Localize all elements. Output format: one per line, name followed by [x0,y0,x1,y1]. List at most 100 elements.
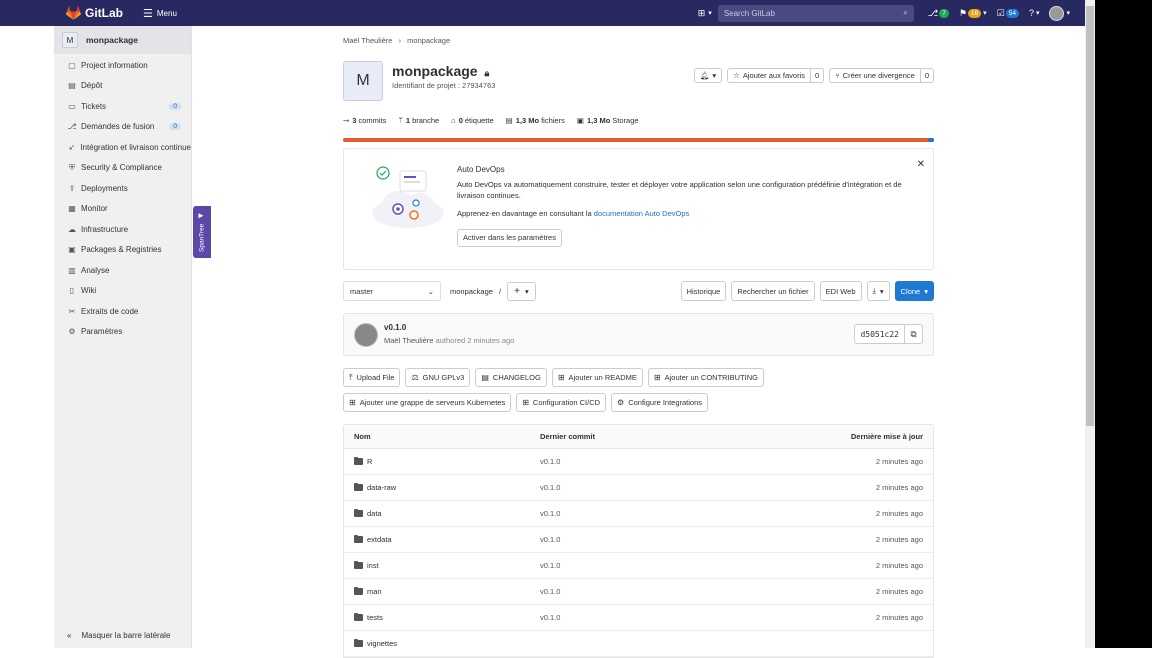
sidebar-item-monitor[interactable]: ▦ Monitor [54,199,191,220]
file-last-commit[interactable]: v0.1.0 [540,613,760,622]
scrollbar-thumb[interactable] [1086,6,1094,426]
auto-devops-title: Auto DevOps [457,165,505,174]
sidebar-item-analyse[interactable]: ▥ Analyse [54,260,191,281]
fork-count[interactable]: 0 [920,68,934,83]
sidebar-item-deployments[interactable]: ⇪ Deployments [54,178,191,199]
table-row[interactable]: Rv0.1.0 2 minutes ago [344,449,933,475]
storage-stat[interactable]: ▣ 1,3 Mo Storage [577,116,639,125]
quick-action-button[interactable]: ⊞ Ajouter un README [551,368,643,387]
commit-author[interactable]: Maël Theulière [384,336,433,345]
chevron-down-icon: ▾ [983,10,987,17]
sidebar-item-label: Packages & Registries [81,245,162,255]
table-row[interactable]: vignettes [344,631,933,657]
gitlab-logo[interactable]: GitLab [66,6,123,20]
commit-sha[interactable]: d5051c22 [854,324,905,344]
sidebar-item-project-information[interactable]: ▢ Project information [54,55,191,76]
file-name[interactable]: extdata [367,535,392,544]
page-title: monpackage 🔒︎ [392,63,490,79]
file-name[interactable]: R [367,457,372,466]
todos-button[interactable]: ☑ 54 [997,8,1019,19]
table-row[interactable]: inst v0.1.0 2 minutes ago [344,553,933,579]
path-root[interactable]: monpackage [450,287,493,296]
sidebar-item-demandes-de-fusion[interactable]: ⎇ Demandes de fusion 0 [54,117,191,138]
table-row[interactable]: tests v0.1.0 2 minutes ago [344,605,933,631]
quick-action-button[interactable]: ⚖ GNU GPLv3 [405,368,471,387]
close-icon[interactable]: ✕ [917,159,925,170]
find-file-button[interactable]: Rechercher un fichier [731,281,815,301]
file-name[interactable]: data [367,509,382,518]
sidebar-item-tickets[interactable]: ▭ Tickets 0 [54,96,191,117]
table-row[interactable]: data v0.1.0 2 minutes ago [344,501,933,527]
file-last-commit[interactable]: v0.1.0 [540,509,760,518]
auto-devops-doc-link[interactable]: documentation Auto DevOps [594,209,689,218]
sidebar-item-param-tres[interactable]: ⚙ Paramètres [54,322,191,343]
upload-icon: ⤒ [349,372,353,382]
table-row[interactable]: man v0.1.0 2 minutes ago [344,579,933,605]
file-last-commit[interactable]: v0.1.0 [540,561,760,570]
commits-stat[interactable]: ⊸ 3 commits [343,116,386,125]
issues-icon: ▭ [68,101,76,111]
breadcrumb-owner[interactable]: Maël Theulière [343,36,392,45]
quick-action-button[interactable]: ⚙ Configure Integrations [611,393,709,412]
merge-requests-button[interactable]: ⎇ 7 [928,8,949,19]
sidebar-item-d-p-t[interactable]: ▤ Dépôt [54,76,191,97]
plus-square-icon: ⊞ [697,7,706,18]
sidebar-item-packages-registries[interactable]: ▣ Packages & Registries [54,240,191,261]
fork-button[interactable]: ⑂ Créer une divergence [829,68,921,83]
add-to-tree-button[interactable]: + ▾ [507,281,536,301]
new-dropdown-button[interactable]: ⊞ ▾ [698,8,712,19]
clone-button[interactable]: Clone ▾ [894,281,934,301]
file-last-commit[interactable]: v0.1.0 [540,483,760,492]
files-stat[interactable]: ▤ 1,3 Mo fichiers [506,116,565,125]
quick-action-button[interactable]: ▤ CHANGELOG [475,368,547,387]
folder-icon [354,638,363,647]
table-row[interactable]: data-raw v0.1.0 2 minutes ago [344,475,933,501]
quick-action-button[interactable]: ⊞ Ajouter une grappe de serveurs Kubernet… [343,393,512,412]
file-last-commit[interactable]: v0.1.0 [540,587,760,596]
spantree-tab[interactable]: SpanTree ◀ [193,206,211,258]
fork-label: Créer une divergence [842,71,915,80]
branches-stat[interactable]: ᛘ 1 branche [398,116,439,125]
issues-button[interactable]: ⚑ 16 ▾ [959,8,987,19]
file-name[interactable]: tests [367,613,383,622]
commit-message[interactable]: v0.1.0 [384,323,406,332]
breadcrumb-project[interactable]: monpackage [407,36,450,45]
quick-action-button[interactable]: ⊞ Configuration CI/CD [516,393,607,412]
avatar[interactable] [354,323,378,347]
web-ide-button[interactable]: EDI Web [819,281,862,301]
page-scrollbar[interactable] [1085,0,1095,648]
sidebar-item-infrastructure[interactable]: ☁ Infrastructure [54,219,191,240]
sidebar-item-wiki[interactable]: ▯ Wiki [54,281,191,302]
tag-icon: ⌂ [451,116,456,125]
file-name[interactable]: vignettes [367,639,397,648]
menu-button[interactable]: ☰ Menu [143,7,177,20]
branch-selector[interactable]: master ⌄ [343,281,441,301]
file-name[interactable]: man [367,587,382,596]
gitlab-tanuki-icon [66,6,81,20]
sidebar-item-extraits-de-code[interactable]: ✂ Extraits de code [54,301,191,322]
user-menu-button[interactable]: ▾ [1049,5,1070,21]
cloud-icon: ☁ [68,224,76,234]
tags-stat[interactable]: ⌂ 0 étiquette [451,116,493,125]
notification-button[interactable]: 🔔︎ ▾ [693,68,723,83]
copy-sha-button[interactable]: ⧉ [905,324,923,344]
sidebar-project-header[interactable]: M monpackage [54,26,191,54]
file-last-commit[interactable]: v0.1.0 [540,535,760,544]
quick-action-button[interactable]: ⤒ Upload File [343,368,401,387]
collapse-sidebar-button[interactable]: « Masquer la barre latérale [67,631,170,640]
file-name[interactable]: data-raw [367,483,396,492]
search-input[interactable]: Search GitLab ⌕ [717,4,914,22]
download-button[interactable]: ⤓ ▾ [866,281,890,301]
sidebar-item-int-gration-et-livraison-continue[interactable]: ➶ Intégration et livraison continue [54,137,191,158]
star-button[interactable]: ☆ Ajouter aux favoris [727,68,812,83]
enable-auto-devops-button[interactable]: Activer dans les paramètres [457,229,562,247]
star-count[interactable]: 0 [811,68,825,83]
project-header: M monpackage 🔒︎ Identifiant de projet : … [343,61,934,101]
history-button[interactable]: Historique [680,281,727,301]
file-last-commit[interactable]: v0.1.0 [540,457,760,466]
sidebar-item-security-compliance[interactable]: ⛨ Security & Compliance [54,158,191,179]
table-row[interactable]: extdata v0.1.0 2 minutes ago [344,527,933,553]
quick-action-button[interactable]: ⊞ Ajouter un CONTRIBUTING [647,368,764,387]
help-button[interactable]: ? ▾ [1029,8,1040,18]
file-name[interactable]: inst [367,561,379,570]
